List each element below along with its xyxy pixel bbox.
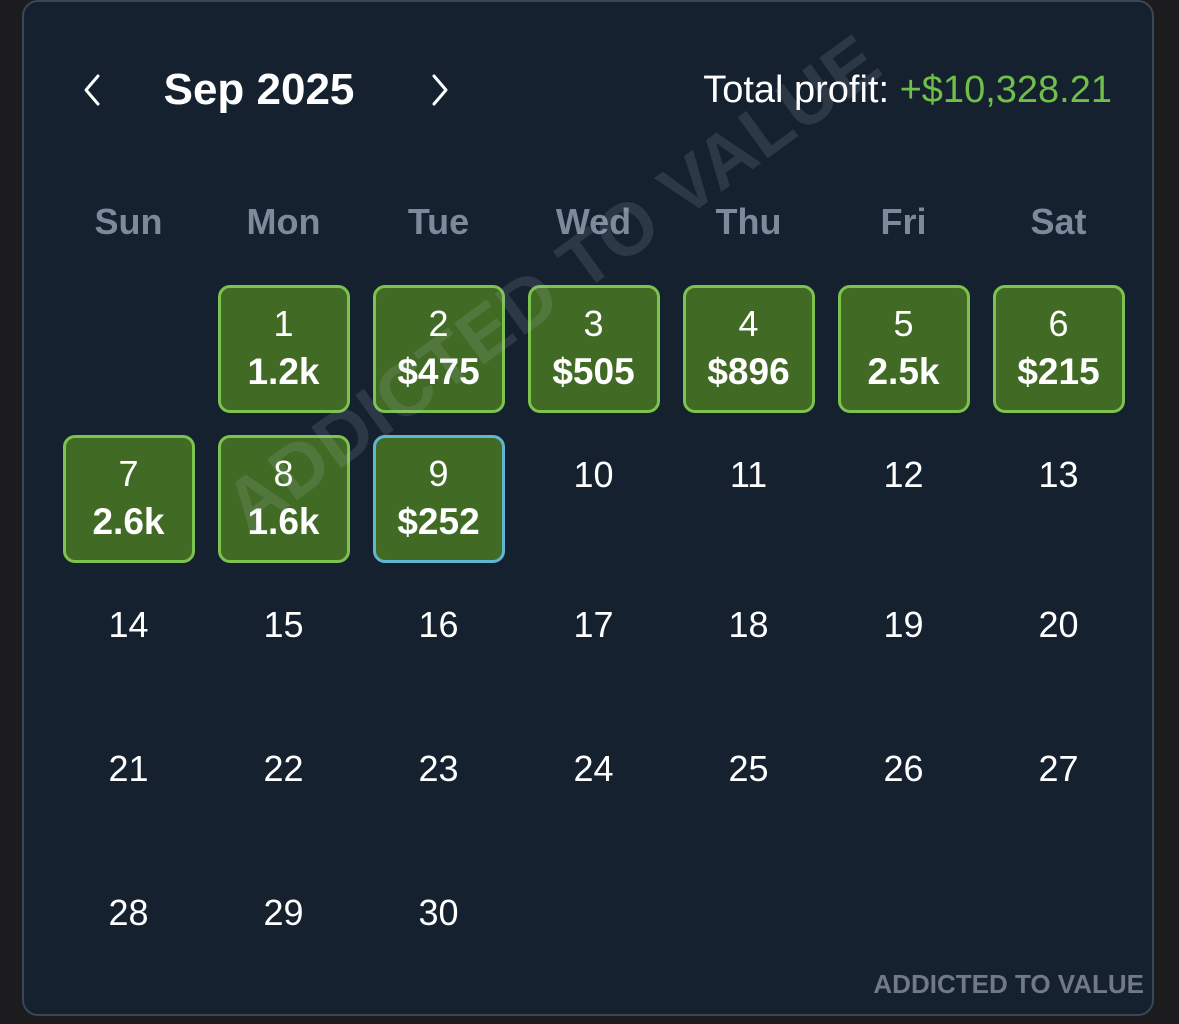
day-profit: $896 (707, 351, 790, 392)
weekday-wed: Wed (555, 201, 632, 242)
day-cell-14: 14 (51, 575, 206, 719)
day-number[interactable]: 14 (108, 603, 148, 647)
weekday-sat: Sat (1030, 201, 1087, 242)
day-cell-13: 13 (981, 425, 1136, 575)
day-number[interactable]: 13 (1038, 453, 1078, 497)
day-number[interactable]: 11 (730, 453, 767, 497)
chevron-left-icon (84, 74, 100, 106)
day-profit: $252 (397, 501, 480, 542)
day-number[interactable]: 16 (418, 603, 458, 647)
day-cell-30: 30 (361, 863, 516, 1007)
profit-tile[interactable]: 3 $505 (527, 285, 660, 413)
day-profit: 2.6k (92, 501, 165, 542)
day-profit: 1.6k (247, 501, 320, 542)
day-cell-3: 3 $505 (516, 275, 671, 425)
profit-tile[interactable]: 5 2.5k (837, 285, 970, 413)
day-number: 6 (1048, 303, 1069, 344)
day-number: 1 (273, 303, 294, 344)
day-cell-27: 27 (981, 719, 1136, 863)
profit-tile[interactable]: 7 2.6k (62, 435, 195, 563)
day-cell-24: 24 (516, 719, 671, 863)
total-profit-value: +$10,328.21 (899, 69, 1112, 111)
weekday-tue: Tue (407, 201, 470, 242)
day-profit: $215 (1017, 351, 1100, 392)
day-number: 8 (273, 453, 294, 494)
day-grid: 1 1.2k 2 $475 3 $505 4 $896 5 2.5k 6 $215 7 2.6k 8 1.6k… (51, 275, 1136, 1007)
month-title: Sep 2025 (163, 65, 355, 114)
chevron-right-icon (432, 74, 448, 106)
day-number[interactable]: 12 (883, 453, 923, 497)
day-cell-21: 21 (51, 719, 206, 863)
day-cell-5: 5 2.5k (826, 275, 981, 425)
day-cell-9: 9 $252 (361, 425, 516, 575)
day-number[interactable]: 21 (108, 747, 148, 791)
total-profit: Total profit: +$10,328.21 (703, 66, 1112, 114)
day-number: 4 (738, 303, 759, 344)
day-profit: $475 (397, 351, 480, 392)
profit-tile[interactable]: 4 $896 (682, 285, 815, 413)
day-number[interactable]: 17 (573, 603, 613, 647)
day-cell-7: 7 2.6k (51, 425, 206, 575)
day-cell-26: 26 (826, 719, 981, 863)
profit-tile[interactable]: 8 1.6k (217, 435, 350, 563)
day-number[interactable]: 30 (418, 891, 458, 935)
profit-tile[interactable]: 1 1.2k (217, 285, 350, 413)
day-number[interactable]: 25 (728, 747, 768, 791)
day-cell-1: 1 1.2k (206, 275, 361, 425)
day-number[interactable]: 10 (573, 453, 613, 497)
weekday-sun: Sun (94, 201, 163, 242)
day-profit: $505 (552, 351, 635, 392)
day-cell-4: 4 $896 (671, 275, 826, 425)
day-number[interactable]: 26 (883, 747, 923, 791)
day-cell-29: 29 (206, 863, 361, 1007)
day-cell-25: 25 (671, 719, 826, 863)
day-number[interactable]: 23 (418, 747, 458, 791)
day-cell-6: 6 $215 (981, 275, 1136, 425)
profit-tile[interactable]: 6 $215 (992, 285, 1125, 413)
day-number[interactable]: 27 (1038, 747, 1078, 791)
next-month-button[interactable] (416, 66, 464, 114)
day-cell-22: 22 (206, 719, 361, 863)
profit-tile[interactable]: 2 $475 (372, 285, 505, 413)
day-number: 5 (893, 303, 914, 344)
day-cell-28: 28 (51, 863, 206, 1007)
day-cell-16: 16 (361, 575, 516, 719)
day-number[interactable]: 22 (263, 747, 303, 791)
day-number[interactable]: 20 (1038, 603, 1078, 647)
day-number[interactable]: 24 (573, 747, 613, 791)
day-cell-8: 8 1.6k (206, 425, 361, 575)
day-number: 2 (428, 303, 449, 344)
day-number[interactable]: 18 (728, 603, 768, 647)
weekday-mon: Mon (246, 201, 321, 242)
weekday-thu: Thu (715, 201, 782, 242)
day-cell-2: 2 $475 (361, 275, 516, 425)
day-number[interactable]: 28 (108, 891, 148, 935)
profit-calendar: Sep 2025 Total profit: +$10,328.21 Sun M… (22, 0, 1154, 1016)
day-cell-17: 17 (516, 575, 671, 719)
weekday-fri: Fri (880, 201, 927, 242)
day-profit: 1.2k (247, 351, 320, 392)
watermark-footer: ADDICTED TO VALUE (873, 969, 1144, 999)
day-number: 3 (583, 303, 604, 344)
day-number[interactable]: 19 (883, 603, 923, 647)
previous-month-button[interactable] (68, 66, 116, 114)
day-cell-10: 10 (516, 425, 671, 575)
weekday-header: Sun Mon Tue Wed Thu Fri Sat (51, 194, 1136, 254)
day-profit: 2.5k (867, 351, 940, 392)
day-cell-23: 23 (361, 719, 516, 863)
day-cell-15: 15 (206, 575, 361, 719)
day-cell-18: 18 (671, 575, 826, 719)
day-number: 9 (428, 453, 449, 494)
day-cell-19: 19 (826, 575, 981, 719)
day-number[interactable]: 15 (263, 603, 303, 647)
empty-cell (51, 275, 206, 425)
day-cell-12: 12 (826, 425, 981, 575)
today-profit-tile[interactable]: 9 $252 (372, 435, 505, 563)
day-cell-20: 20 (981, 575, 1136, 719)
day-number: 7 (118, 453, 139, 494)
total-profit-label: Total profit: (703, 69, 900, 111)
day-cell-11: 11 (671, 425, 826, 575)
day-number[interactable]: 29 (263, 891, 303, 935)
